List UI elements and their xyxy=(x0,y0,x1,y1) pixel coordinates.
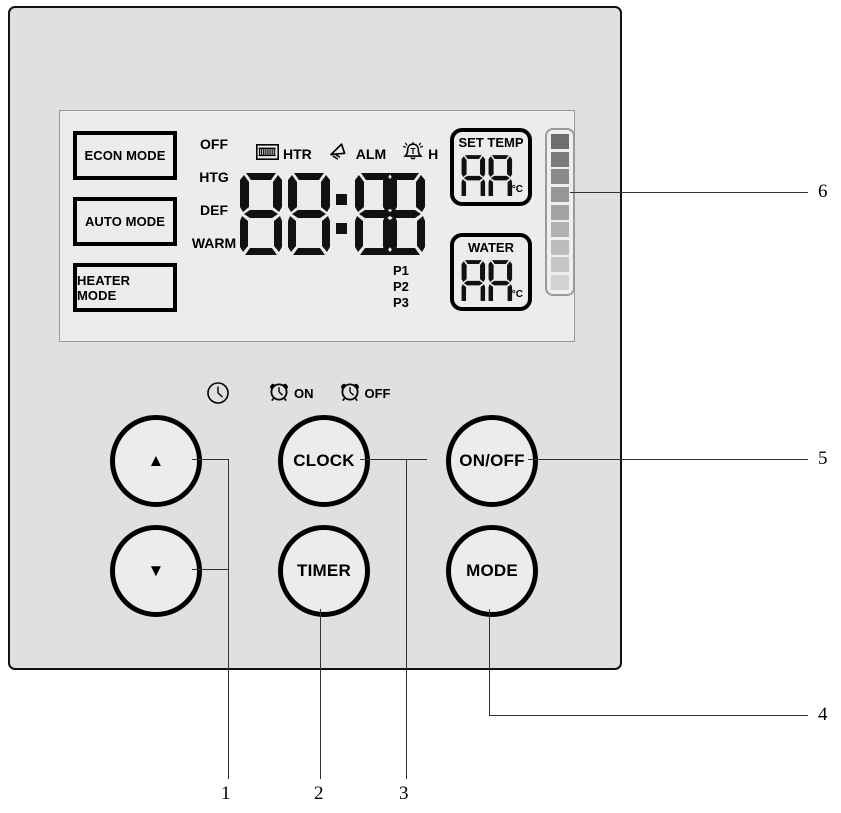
alarm-on-indicator: ON xyxy=(267,379,314,408)
program-p3: P3 xyxy=(393,295,409,310)
htr-indicator: HTR xyxy=(256,143,312,165)
bargraph-segment-8 xyxy=(551,257,569,273)
up-button[interactable]: ▲ xyxy=(110,415,202,507)
leader-line-1-down xyxy=(192,569,229,570)
program-p1: P1 xyxy=(393,263,409,278)
bargraph-segment-6 xyxy=(551,222,569,238)
leader-line-2 xyxy=(320,609,321,779)
water-temp-box: WATER °C xyxy=(450,233,532,311)
bell-timer-icon: T xyxy=(402,141,424,167)
leader-line-3-horizontal xyxy=(360,459,427,460)
econ-mode-label: ECON MODE xyxy=(84,148,166,163)
h-label: H xyxy=(428,146,439,162)
callout-number-2: 2 xyxy=(314,783,324,804)
callout-number-1: 1 xyxy=(221,783,231,804)
status-def-label: DEF xyxy=(200,202,228,218)
level-bargraph xyxy=(545,128,575,296)
horn-alarm-icon xyxy=(328,142,352,167)
down-button-label: ▼ xyxy=(147,561,165,580)
water-temp-caption: WATER xyxy=(468,240,514,255)
status-off-label: OFF xyxy=(200,136,228,152)
auto-mode-segment[interactable]: AUTO MODE xyxy=(73,197,177,246)
bargraph-segment-1 xyxy=(551,134,569,149)
leader-line-6 xyxy=(570,192,808,193)
leader-line-4-horizontal xyxy=(489,715,808,716)
callout-number-5: 5 xyxy=(818,448,828,469)
clock-icon xyxy=(206,381,230,410)
diagram-canvas: ECON MODE AUTO MODE HEATER MODE OFF HTG … xyxy=(0,0,841,813)
alarm-clock-off-icon xyxy=(338,379,362,408)
set-temp-digits xyxy=(461,154,513,202)
bargraph-segment-4 xyxy=(551,186,569,202)
status-htg-label: HTG xyxy=(199,169,229,185)
alm-label: ALM xyxy=(355,146,387,162)
leader-line-5 xyxy=(528,459,808,460)
mode-button[interactable]: MODE xyxy=(446,525,538,617)
heater-element-icon xyxy=(256,143,279,165)
auto-mode-label: AUTO MODE xyxy=(84,214,166,229)
bargraph-segment-7 xyxy=(551,239,569,255)
seven-segment-clock xyxy=(240,173,425,255)
h-indicator: T H xyxy=(402,141,438,167)
onoff-button-label: ON/OFF xyxy=(459,451,525,470)
lcd-display: ECON MODE AUTO MODE HEATER MODE OFF HTG … xyxy=(59,110,575,404)
callout-number-3: 3 xyxy=(399,783,409,804)
timer-button-label: TIMER xyxy=(297,561,351,580)
program-p2: P2 xyxy=(393,279,409,294)
indicator-row: HTR ALM T H xyxy=(256,141,454,167)
alm-indicator: ALM xyxy=(328,142,386,167)
svg-text:T: T xyxy=(411,146,417,156)
mode-button-column: ECON MODE AUTO MODE HEATER MODE xyxy=(73,131,177,312)
alarm-off-label: OFF xyxy=(364,386,391,401)
water-temp-digits xyxy=(461,259,513,307)
heater-mode-segment[interactable]: HEATER MODE xyxy=(73,263,177,312)
main-time-display xyxy=(239,171,426,264)
status-label-column: OFF HTG DEF WARM xyxy=(188,137,240,250)
status-warm-label: WARM xyxy=(191,235,237,251)
timer-button[interactable]: TIMER xyxy=(278,525,370,617)
leader-line-4-vertical xyxy=(489,609,490,715)
controller-panel: ECON MODE AUTO MODE HEATER MODE OFF HTG … xyxy=(8,6,622,670)
program-list: P1 P2 P3 xyxy=(393,263,409,311)
alarm-off-indicator: OFF xyxy=(338,379,391,408)
leader-line-1-up xyxy=(192,459,229,460)
alarm-clock-on-icon xyxy=(267,379,291,408)
mode-button-label: MODE xyxy=(466,561,518,580)
alarm-on-label: ON xyxy=(294,386,314,401)
water-temp-unit: °C xyxy=(511,289,523,300)
htr-label: HTR xyxy=(283,146,312,162)
set-temp-box: SET TEMP °C xyxy=(450,128,532,206)
bargraph-segment-9 xyxy=(551,275,569,290)
leader-line-3-vertical xyxy=(406,459,407,779)
heater-mode-label: HEATER MODE xyxy=(77,272,131,303)
bargraph-segment-2 xyxy=(551,151,569,167)
set-temp-caption: SET TEMP xyxy=(458,135,524,150)
econ-mode-segment[interactable]: ECON MODE xyxy=(73,131,177,180)
bargraph-segment-5 xyxy=(551,204,569,220)
clock-button[interactable]: CLOCK xyxy=(278,415,370,507)
up-button-label: ▲ xyxy=(147,451,165,470)
leader-line-1-vertical xyxy=(228,459,229,779)
onoff-button[interactable]: ON/OFF xyxy=(446,415,538,507)
clock-button-label: CLOCK xyxy=(293,451,355,470)
callout-number-6: 6 xyxy=(818,181,828,202)
bargraph-segment-3 xyxy=(551,169,569,185)
set-temp-unit: °C xyxy=(511,184,523,195)
callout-number-4: 4 xyxy=(818,704,828,725)
alarm-schedule-row: ON OFF xyxy=(267,379,415,408)
down-button[interactable]: ▼ xyxy=(110,525,202,617)
